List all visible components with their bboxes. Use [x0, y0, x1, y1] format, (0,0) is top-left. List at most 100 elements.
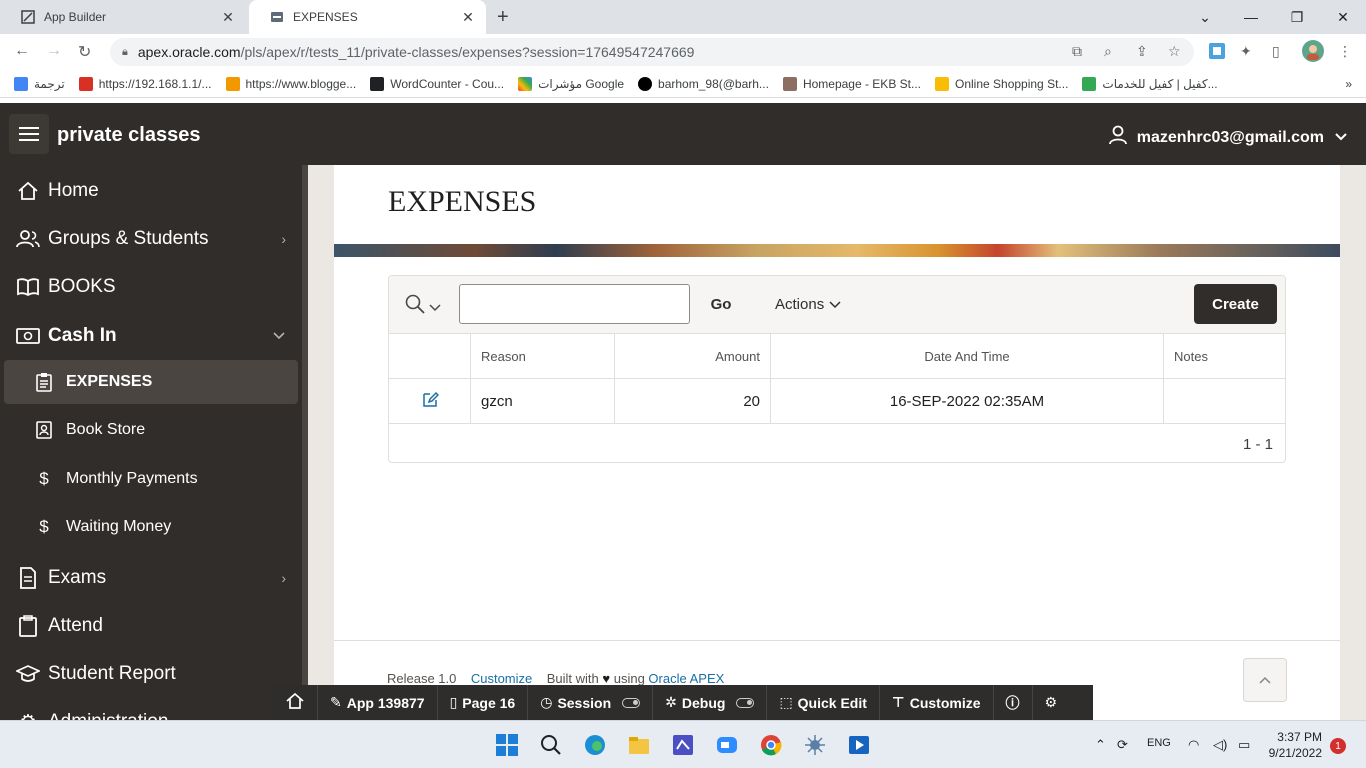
search-icon[interactable]: [539, 733, 563, 757]
sidebar-item-administration[interactable]: ⚙ Administration: [0, 700, 300, 720]
sidebar-item-monthly-payments[interactable]: $ Monthly Payments: [4, 457, 298, 501]
wifi-icon[interactable]: ◠: [1188, 737, 1199, 753]
user-menu[interactable]: mazenhrc03@gmail.com: [1108, 125, 1348, 150]
tab-close-icon[interactable]: ✕: [220, 9, 236, 26]
chevron-down-icon: [1334, 129, 1348, 147]
sidebar-item-student-report[interactable]: Student Report: [0, 652, 300, 696]
dev-debug-button[interactable]: ✲ Debug: [653, 685, 768, 720]
scroll-to-top-button[interactable]: [1243, 658, 1287, 702]
edit-icon[interactable]: [421, 390, 439, 412]
sidebar-item-groups-students[interactable]: Groups & Students ›: [0, 217, 300, 261]
tray-app-icon[interactable]: ⟳: [1117, 737, 1128, 753]
zoom-app-icon[interactable]: [715, 733, 739, 757]
chevron-up-icon: [1258, 672, 1272, 688]
zoom-icon[interactable]: ⌕: [1104, 43, 1112, 60]
dev-quick-edit-button[interactable]: ⬚ Quick Edit: [767, 685, 880, 720]
tab-close-icon[interactable]: ✕: [460, 9, 476, 26]
battery-icon[interactable]: ▭: [1238, 737, 1250, 753]
search-column-selector[interactable]: [405, 294, 441, 319]
tab-app-builder[interactable]: App Builder ✕: [0, 0, 246, 34]
language-indicator[interactable]: ENG: [1147, 737, 1171, 749]
actions-menu-button[interactable]: Actions: [775, 284, 841, 324]
chevron-right-icon[interactable]: ›: [281, 231, 286, 247]
oracle-apex-link[interactable]: Oracle APEX: [648, 671, 724, 686]
bookmark-item[interactable]: barhom_98(@barh...: [638, 76, 769, 91]
column-header-amount[interactable]: Amount: [615, 334, 771, 378]
tab-title: EXPENSES: [293, 10, 358, 24]
tab-expenses[interactable]: EXPENSES ✕: [249, 0, 486, 34]
session-toggle[interactable]: [622, 697, 641, 708]
sidebar-item-expenses[interactable]: EXPENSES: [4, 360, 298, 404]
bookmark-item[interactable]: Online Shopping St...: [935, 76, 1068, 91]
extensions-puzzle-icon[interactable]: ✦: [1240, 43, 1252, 60]
dev-page-button[interactable]: ▯ Page 16: [438, 685, 529, 720]
browser-menu-icon[interactable]: ⋮: [1338, 43, 1352, 60]
chevron-down-icon[interactable]: [272, 328, 286, 344]
back-icon[interactable]: ←: [14, 42, 30, 60]
create-button[interactable]: Create: [1194, 284, 1277, 324]
bookmark-item[interactable]: مؤشرات Google: [518, 76, 624, 91]
column-header-notes[interactable]: Notes: [1164, 334, 1285, 378]
bookmark-item[interactable]: ترجمة: [14, 76, 65, 91]
volume-icon[interactable]: ◁): [1213, 737, 1227, 753]
file-explorer-icon[interactable]: [627, 733, 651, 757]
dev-info-button[interactable]: ⓘ: [994, 685, 1033, 720]
dev-session-button[interactable]: ◷ Session: [528, 685, 654, 720]
chevron-right-icon[interactable]: ›: [281, 570, 286, 586]
reload-icon[interactable]: ↻: [78, 42, 91, 62]
notification-badge[interactable]: 1: [1330, 738, 1346, 754]
media-player-icon[interactable]: [847, 733, 871, 757]
system-clock[interactable]: 3:37 PM 9/21/2022: [1269, 729, 1322, 761]
sidebar-item-exams[interactable]: Exams ›: [0, 556, 300, 600]
side-panel-icon[interactable]: ▯: [1272, 43, 1280, 60]
open-in-icon[interactable]: ⧉: [1072, 43, 1082, 60]
minimize-icon[interactable]: —: [1228, 0, 1274, 34]
extension-icon[interactable]: [1208, 42, 1226, 63]
new-tab-icon[interactable]: +: [497, 6, 509, 29]
chrome-icon[interactable]: [759, 733, 783, 757]
column-header-reason[interactable]: Reason: [471, 334, 615, 378]
hamburger-menu-icon[interactable]: [9, 114, 49, 154]
money-icon: [15, 327, 41, 345]
forward-icon[interactable]: →: [46, 42, 62, 60]
go-button[interactable]: Go: [701, 284, 741, 324]
profile-avatar[interactable]: [1302, 40, 1324, 65]
dev-home-button[interactable]: [273, 685, 318, 720]
sidebar-item-attend[interactable]: Attend: [0, 604, 300, 648]
window-close-icon[interactable]: ✕: [1320, 0, 1366, 34]
bookmark-item[interactable]: https://192.168.1.1/...: [78, 76, 212, 91]
sidebar-item-waiting-money[interactable]: $ Waiting Money: [4, 505, 298, 549]
dev-session-label: Session: [557, 694, 612, 711]
bookmark-item[interactable]: Homepage - EKB St...: [782, 76, 921, 91]
customize-link[interactable]: Customize: [471, 671, 532, 686]
address-bar[interactable]: 🔒︎ apex.oracle.com/pls/apex/r/tests_11/p…: [110, 38, 1194, 66]
sidebar-item-book-store[interactable]: Book Store: [4, 408, 298, 452]
debug-toggle[interactable]: [736, 697, 755, 708]
more-bookmarks-icon[interactable]: »: [1345, 77, 1352, 91]
url-path: /pls/apex/r/tests_11/private-classes/exp…: [240, 44, 695, 60]
app-title[interactable]: private classes: [57, 124, 200, 147]
tray-overflow-icon[interactable]: ⌃: [1095, 737, 1106, 753]
bookmark-item[interactable]: كفيل | كفيل للخدمات...: [1082, 76, 1218, 91]
dev-settings-button[interactable]: ⚙: [1033, 685, 1070, 720]
search-input[interactable]: [459, 284, 690, 324]
tab-search-icon[interactable]: ⌄: [1182, 0, 1228, 34]
bookmark-item[interactable]: WordCounter - Cou...: [370, 76, 504, 91]
bookmark-star-icon[interactable]: ☆: [1168, 43, 1181, 60]
share-icon[interactable]: ⇪: [1136, 43, 1148, 60]
column-header-date-time[interactable]: Date And Time: [771, 334, 1164, 378]
app-settings-icon[interactable]: [803, 733, 827, 757]
sidebar-item-label: BOOKS: [48, 276, 116, 297]
edge-browser-icon[interactable]: [583, 733, 607, 757]
dollar-icon: $: [39, 469, 49, 488]
dev-app-button[interactable]: ✎ App 139877: [318, 685, 438, 720]
dev-customize-button[interactable]: ⊤ Customize: [880, 685, 994, 720]
restore-icon[interactable]: ❐: [1274, 0, 1320, 34]
windows-start-icon[interactable]: [495, 733, 519, 757]
using-label: using: [613, 671, 645, 686]
sidebar-item-home[interactable]: Home: [0, 169, 300, 213]
sidebar-item-cash-in[interactable]: Cash In: [0, 314, 300, 358]
sidebar-item-books[interactable]: BOOKS: [0, 265, 300, 309]
bookmark-item[interactable]: https://www.blogge...: [225, 76, 356, 91]
visual-studio-icon[interactable]: [671, 733, 695, 757]
